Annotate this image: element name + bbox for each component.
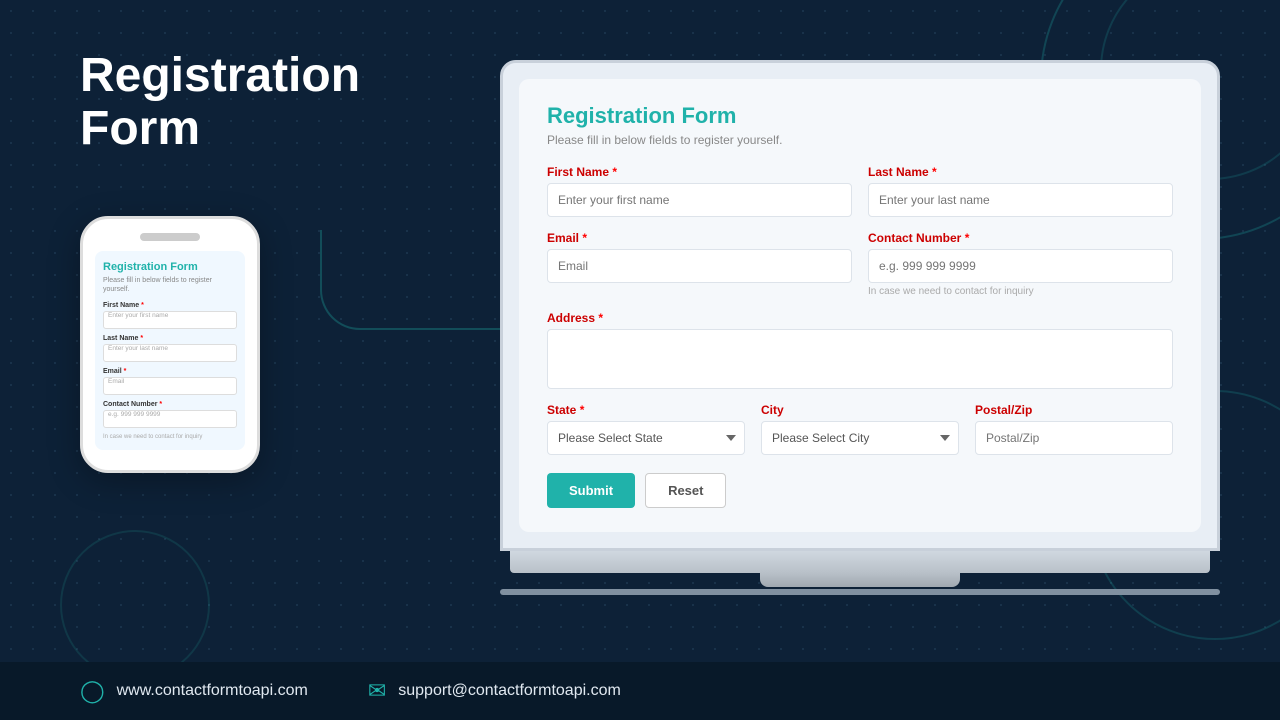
- state-select[interactable]: Please Select State: [547, 421, 745, 455]
- phone-email-input[interactable]: Email: [103, 377, 237, 395]
- form-group-last-name: Last Name *: [868, 165, 1173, 217]
- phone-content: Registration Form Please fill in below f…: [95, 251, 245, 450]
- globe-icon: ◯: [80, 678, 105, 704]
- laptop-form-subtitle: Please fill in below fields to register …: [547, 133, 1173, 147]
- postal-label: Postal/Zip: [975, 403, 1173, 417]
- page-title: Registration Form: [80, 50, 460, 156]
- top-section: Registration Form Registration Form Plea…: [0, 0, 1280, 662]
- phone-contact-input[interactable]: e.g. 999 999 9999: [103, 410, 237, 428]
- contact-input[interactable]: [868, 249, 1173, 283]
- phone-last-name-placeholder: Enter your last name: [108, 345, 168, 352]
- main-content: Registration Form Registration Form Plea…: [0, 0, 1280, 720]
- city-select[interactable]: Please Select City: [761, 421, 959, 455]
- laptop-base: [510, 551, 1210, 573]
- phone-first-name-label: First Name *: [103, 302, 237, 309]
- footer-website-text: www.contactformtoapi.com: [117, 682, 308, 700]
- phone-last-name-input[interactable]: Enter your last name: [103, 344, 237, 362]
- address-input[interactable]: [547, 329, 1173, 389]
- address-label: Address *: [547, 311, 1173, 325]
- form-group-email: Email *: [547, 231, 852, 297]
- phone-email-placeholder: Email: [108, 378, 124, 385]
- form-group-contact: Contact Number * In case we need to cont…: [868, 231, 1173, 297]
- city-label: City: [761, 403, 959, 417]
- form-group-postal: Postal/Zip: [975, 403, 1173, 455]
- form-group-state: State * Please Select State: [547, 403, 745, 455]
- laptop-foot: [500, 589, 1220, 595]
- email-label: Email *: [547, 231, 852, 245]
- reset-button[interactable]: Reset: [645, 473, 726, 508]
- footer: ◯ www.contactformtoapi.com ✉ support@con…: [0, 662, 1280, 720]
- phone-contact-hint: In case we need to contact for inquiry: [103, 434, 237, 440]
- email-input[interactable]: [547, 249, 852, 283]
- state-label: State *: [547, 403, 745, 417]
- laptop-form-title: Registration Form: [547, 103, 1173, 129]
- last-name-input[interactable]: [868, 183, 1173, 217]
- phone-contact-label: Contact Number *: [103, 401, 237, 408]
- email-icon: ✉: [368, 678, 386, 704]
- phone-first-name-placeholder: Enter your first name: [108, 312, 168, 319]
- phone-form-title: Registration Form: [103, 261, 237, 273]
- form-group-first-name: First Name *: [547, 165, 852, 217]
- submit-button[interactable]: Submit: [547, 473, 635, 508]
- first-name-label: First Name *: [547, 165, 852, 179]
- form-group-city: City Please Select City: [761, 403, 959, 455]
- contact-label: Contact Number *: [868, 231, 1173, 245]
- phone-notch: [140, 233, 200, 241]
- phone-contact-placeholder: e.g. 999 999 9999: [108, 411, 160, 418]
- phone-form-subtitle: Please fill in below fields to register …: [103, 276, 237, 294]
- form-row-contact: Email * Contact Number * In case we need…: [547, 231, 1173, 297]
- laptop-screen-inner: Registration Form Please fill in below f…: [519, 79, 1201, 532]
- laptop-mockup: Registration Form Please fill in below f…: [500, 60, 1220, 595]
- contact-hint: In case we need to contact for inquiry: [868, 286, 1173, 297]
- form-actions: Submit Reset: [547, 473, 1173, 508]
- form-row-location: State * Please Select State City: [547, 403, 1173, 455]
- laptop-screen: Registration Form Please fill in below f…: [500, 60, 1220, 551]
- right-side: Registration Form Please fill in below f…: [460, 50, 1220, 595]
- left-side: Registration Form Registration Form Plea…: [80, 50, 460, 473]
- phone-first-name-input[interactable]: Enter your first name: [103, 311, 237, 329]
- phone-last-name-label: Last Name *: [103, 335, 237, 342]
- form-row-address: Address *: [547, 311, 1173, 389]
- form-group-address: Address *: [547, 311, 1173, 389]
- phone-email-label: Email *: [103, 368, 237, 375]
- phone-mockup: Registration Form Please fill in below f…: [80, 216, 260, 473]
- first-name-input[interactable]: [547, 183, 852, 217]
- footer-email-text: support@contactformtoapi.com: [398, 682, 621, 700]
- form-row-name: First Name * Last Name *: [547, 165, 1173, 217]
- laptop-stand: [760, 573, 960, 587]
- footer-email: ✉ support@contactformtoapi.com: [368, 678, 621, 704]
- postal-input[interactable]: [975, 421, 1173, 455]
- last-name-label: Last Name *: [868, 165, 1173, 179]
- footer-website: ◯ www.contactformtoapi.com: [80, 678, 308, 704]
